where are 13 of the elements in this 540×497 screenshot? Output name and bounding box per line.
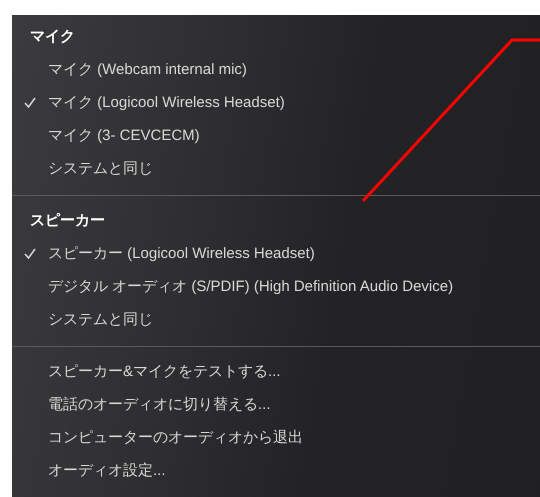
menu-item[interactable]: マイク (Webcam internal mic) — [48, 60, 247, 79]
menu-item[interactable]: スピーカー&マイクをテストする... — [48, 362, 281, 381]
menu-item[interactable]: スピーカー (Logicool Wireless Headset) — [48, 244, 315, 263]
menu-item[interactable]: 電話のオーディオに切り替える... — [48, 395, 271, 414]
menu-item[interactable]: システムと同じ — [48, 310, 153, 329]
menu-item[interactable]: システムと同じ — [48, 159, 153, 178]
menu-item[interactable]: マイク (3- CEVCECM) — [48, 126, 200, 145]
section-header: マイク — [30, 27, 75, 46]
section-header: スピーカー — [30, 211, 105, 230]
menu-item[interactable]: コンピューターのオーディオから退出 — [48, 428, 303, 447]
menu-item[interactable]: デジタル オーディオ (S/PDIF) (High Definition Audio Device) — [48, 277, 454, 296]
menu-item[interactable]: マイク (Logicool Wireless Headset) — [48, 93, 285, 112]
menu-item[interactable]: オーディオ設定... — [48, 461, 166, 480]
